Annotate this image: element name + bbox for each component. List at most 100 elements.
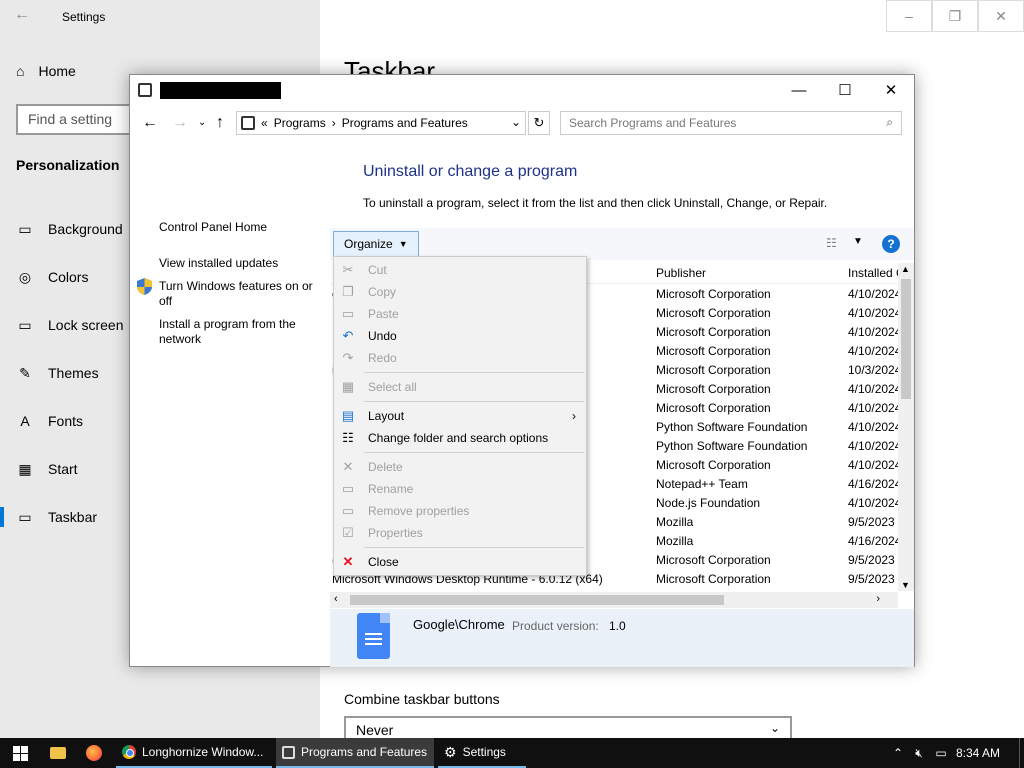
- back-arrow-icon[interactable]: ←: [14, 6, 30, 24]
- program-installed-date: 4/10/2024: [848, 344, 898, 358]
- recent-chevron-icon[interactable]: ⌄: [198, 117, 206, 128]
- show-desktop-button[interactable]: [1019, 738, 1024, 768]
- menu-label: Close: [368, 555, 399, 569]
- scroll-thumb[interactable]: [901, 279, 911, 399]
- settings-home-link[interactable]: ⌂ Home: [16, 63, 76, 79]
- program-installed-date: 4/10/2024: [848, 325, 898, 339]
- up-arrow-icon[interactable]: ↑: [216, 114, 224, 132]
- menu-item-delete[interactable]: ✕ Delete: [334, 456, 586, 478]
- program-installed-date: 9/5/2023: [848, 553, 895, 567]
- breadcrumb[interactable]: « Programs › Programs and Features ⌄: [236, 111, 526, 135]
- column-publisher[interactable]: Publisher: [656, 266, 706, 280]
- breadcrumb-programs[interactable]: Programs: [274, 116, 326, 130]
- refresh-button[interactable]: ↻: [528, 111, 550, 135]
- menu-item-copy[interactable]: ❐ Copy: [334, 281, 586, 303]
- vertical-scrollbar[interactable]: ▲ ▼: [898, 263, 914, 591]
- rename-icon: ▭: [341, 481, 355, 496]
- close-icon[interactable]: ✕: [868, 75, 914, 105]
- menu-label: Copy: [368, 285, 397, 299]
- menu-label: Paste: [368, 307, 399, 321]
- firefox-icon: [86, 745, 102, 761]
- program-publisher: Microsoft Corporation: [656, 287, 771, 301]
- firefox-button[interactable]: [80, 738, 108, 768]
- program-installed-date: 4/16/2024: [848, 477, 898, 491]
- cut-icon: ✂: [342, 262, 354, 277]
- settings-window-controls: – ❐ ✕: [886, 0, 1024, 32]
- menu-item-remove-properties[interactable]: ▭ Remove properties: [334, 500, 586, 522]
- select-all-icon: ▦: [341, 379, 355, 394]
- title-bar: — ☐ ✕: [130, 75, 914, 105]
- minimize-icon[interactable]: –: [886, 0, 932, 32]
- main-heading: Uninstall or change a program: [363, 163, 578, 180]
- program-installed-date: 4/16/2024: [848, 534, 898, 548]
- nav-label: Colors: [48, 269, 89, 285]
- lock-screen-icon: ▭: [18, 316, 32, 333]
- file-explorer-button[interactable]: [44, 738, 72, 768]
- restore-icon[interactable]: ❐: [932, 0, 978, 32]
- remove-properties-icon: ▭: [341, 503, 355, 518]
- organize-menu: ✂ Cut ❐ Copy ▭ Paste ↶ Undo ↷ Redo ▦ Select al…: [333, 256, 587, 576]
- back-arrow-icon[interactable]: ←: [142, 114, 158, 132]
- scroll-left-icon[interactable]: ‹: [334, 593, 338, 605]
- menu-item-paste[interactable]: ▭ Paste: [334, 303, 586, 325]
- network-icon[interactable]: ▭: [930, 746, 952, 760]
- nav-label: Taskbar: [48, 509, 98, 525]
- organize-button[interactable]: Organize ▼: [333, 231, 419, 257]
- program-installed-date: 4/10/2024: [848, 439, 898, 453]
- view-options-icon[interactable]: ☷: [826, 236, 837, 250]
- forward-arrow-icon[interactable]: →: [172, 114, 188, 132]
- menu-item-close[interactable]: ✕ Close: [334, 551, 586, 573]
- menu-separator: [364, 372, 584, 373]
- program-publisher: Microsoft Corporation: [656, 382, 771, 396]
- scroll-up-icon[interactable]: ▲: [901, 264, 910, 274]
- menu-item-undo[interactable]: ↶ Undo: [334, 325, 586, 347]
- delete-icon: ✕: [342, 459, 354, 474]
- breadcrumb-programs-features[interactable]: Programs and Features: [342, 116, 468, 130]
- horizontal-scrollbar[interactable]: ‹ ›: [330, 592, 898, 608]
- program-installed-date: 4/10/2024: [848, 420, 898, 434]
- menu-item-select-all[interactable]: ▦ Select all: [334, 376, 586, 398]
- control-panel-home-link[interactable]: Control Panel Home: [159, 220, 319, 235]
- scroll-down-icon[interactable]: ▼: [901, 580, 910, 590]
- program-publisher: Microsoft Corporation: [656, 401, 771, 415]
- chevron-down-icon[interactable]: ⌄: [511, 115, 521, 129]
- chevron-down-icon[interactable]: ▼: [853, 236, 863, 247]
- shield-icon: [137, 278, 152, 295]
- scroll-thumb[interactable]: [350, 595, 724, 605]
- taskbar-app-chrome[interactable]: Longhornize Window...: [116, 738, 272, 768]
- chevron-up-icon[interactable]: ⌃: [888, 746, 908, 760]
- windows-features-link[interactable]: Turn Windows features on or off: [159, 279, 319, 309]
- help-icon[interactable]: ?: [882, 235, 900, 253]
- menu-item-cut[interactable]: ✂ Cut: [334, 259, 586, 281]
- menu-item-layout[interactable]: ▤ Layout ›: [334, 405, 586, 427]
- taskbar-app-programs-features[interactable]: Programs and Features: [276, 738, 434, 768]
- program-publisher: Mozilla: [656, 515, 694, 529]
- menu-item-folder-options[interactable]: ☷ Change folder and search options: [334, 427, 586, 449]
- search-placeholder: Search Programs and Features: [569, 116, 737, 130]
- volume-muted-icon[interactable]: 🔇︎: [908, 746, 930, 761]
- program-installed-date: 10/3/2024: [848, 363, 898, 377]
- start-button[interactable]: [0, 738, 40, 768]
- control-panel-icon: [282, 745, 295, 759]
- program-installed-date: 4/10/2024: [848, 496, 898, 510]
- program-publisher: Microsoft Corporation: [656, 306, 771, 320]
- program-installed-date: 4/10/2024: [848, 287, 898, 301]
- install-network-link[interactable]: Install a program from the network: [159, 317, 319, 347]
- menu-label: Delete: [368, 460, 403, 474]
- minimize-icon[interactable]: —: [776, 75, 822, 105]
- menu-label: Redo: [368, 351, 397, 365]
- column-installed[interactable]: Installed On: [848, 266, 898, 280]
- clock[interactable]: 8:34 AM: [956, 746, 1000, 760]
- menu-item-redo[interactable]: ↷ Redo: [334, 347, 586, 369]
- chrome-icon: [122, 745, 136, 759]
- menu-item-rename[interactable]: ▭ Rename: [334, 478, 586, 500]
- close-icon[interactable]: ✕: [978, 0, 1024, 32]
- menu-item-properties[interactable]: ☑ Properties: [334, 522, 586, 544]
- view-updates-link[interactable]: View installed updates: [159, 256, 319, 271]
- close-icon: ✕: [342, 554, 354, 569]
- taskbar-app-settings[interactable]: ⚙ Settings: [438, 738, 526, 768]
- maximize-icon[interactable]: ☐: [822, 75, 868, 105]
- palette-icon: ◎: [18, 268, 32, 285]
- scroll-right-icon[interactable]: ›: [876, 593, 880, 605]
- search-input[interactable]: Search Programs and Features ⌕: [560, 111, 902, 135]
